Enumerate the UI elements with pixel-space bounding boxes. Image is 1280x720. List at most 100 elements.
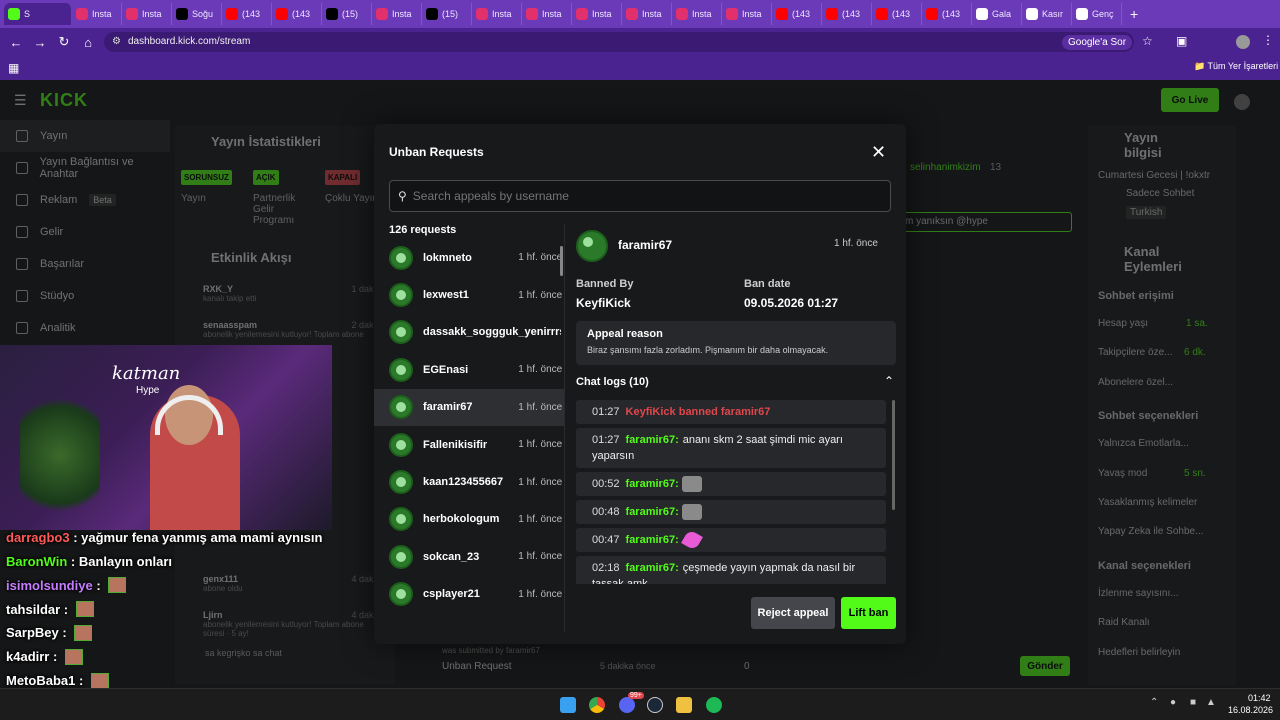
search-bar[interactable]: ⚲ [389, 180, 891, 212]
browser-tab[interactable]: (143 [872, 3, 922, 25]
browser-tab[interactable]: (15) [422, 3, 472, 25]
chat-log-time: 02:18 [592, 562, 620, 575]
browser-tab[interactable]: Genç [1072, 3, 1122, 25]
browser-tab[interactable]: Insta [672, 3, 722, 25]
browser-tab[interactable]: S [4, 3, 72, 25]
cat-emote-icon [681, 476, 702, 493]
browser-tab[interactable]: (143 [222, 3, 272, 25]
browser-tab[interactable]: Insta [622, 3, 672, 25]
menu-icon[interactable]: ⋮ [1262, 33, 1274, 47]
request-row[interactable]: faramir67 1 hf. önce [374, 388, 564, 426]
reload-icon[interactable]: ↻ [52, 34, 76, 50]
url-field[interactable]: dashboard.kick.com/stream [104, 32, 1134, 52]
browser-tab[interactable]: (143 [822, 3, 872, 25]
lift-ban-button[interactable]: Lift ban [841, 597, 896, 629]
apps-grid-icon[interactable]: ▦ [8, 61, 19, 75]
request-detail: faramir67 1 hf. önce Banned By KeyfiKick… [576, 230, 896, 630]
chat-log-time: 01:27 [592, 434, 620, 446]
avatar [389, 395, 413, 420]
sidebar-item[interactable]: Reklam Beta [0, 184, 170, 216]
request-row[interactable]: lexwest1 1 hf. önce [374, 276, 564, 313]
request-username: kaan123455667 [423, 476, 504, 489]
tab-favicon-icon [376, 8, 388, 20]
chat-send-button[interactable]: Gönder [1020, 656, 1070, 676]
clock-date[interactable]: 16.08.2026 [1228, 705, 1273, 715]
file-explorer-icon[interactable] [676, 697, 692, 713]
chrome-icon[interactable] [589, 697, 605, 713]
hamburger-icon[interactable]: ☰ [14, 92, 27, 109]
new-tab-icon[interactable]: + [1130, 6, 1138, 22]
avatar [389, 357, 413, 382]
sidebar-item[interactable]: Yayın Bağlantısı ve Anahtar [0, 152, 170, 184]
home-icon[interactable]: ⌂ [76, 35, 100, 50]
sidebar-item[interactable]: Analitik [0, 312, 170, 344]
back-icon[interactable]: ← [4, 35, 28, 50]
chevron-up-icon[interactable]: ⌃ [884, 374, 894, 388]
browser-tab[interactable]: Insta [372, 3, 422, 25]
activity-item[interactable]: RXK_Y 1 dakika kanalı takip etti [185, 284, 385, 303]
logs-scrollbar[interactable] [892, 400, 895, 510]
spotify-icon[interactable] [706, 697, 722, 713]
browser-tab[interactable]: Insta [522, 3, 572, 25]
overlay-chat-sep: : [92, 577, 105, 593]
search-input[interactable] [412, 189, 853, 203]
request-row[interactable]: csplayer21 1 hf. önce [374, 576, 564, 613]
browser-tab[interactable]: Kasır [1022, 3, 1072, 25]
discord-icon[interactable] [619, 697, 635, 713]
list-scrollbar[interactable] [560, 246, 563, 276]
site-info-icon[interactable]: ⚙ [112, 36, 121, 47]
request-row[interactable]: herbokologum 1 hf. önce [374, 501, 564, 538]
sidebar-item[interactable]: Başarılar [0, 248, 170, 280]
browser-tab[interactable]: (143 [272, 3, 322, 25]
chat-log-time: 00:47 [592, 534, 620, 547]
clock-time[interactable]: 01:42 [1248, 693, 1271, 703]
request-row[interactable]: dassakk_soggguk_yenirrrss [374, 314, 564, 351]
chat-header-user: selinhanimkizim [910, 162, 981, 173]
network-icon[interactable]: ■ [1190, 697, 1196, 708]
browser-tab[interactable]: Insta [472, 3, 522, 25]
sidebar-item[interactable]: Yayın [0, 120, 170, 152]
request-row[interactable]: Fallenikisifir 1 hf. önce [374, 426, 564, 463]
request-row[interactable]: lokmneto 1 hf. önce [374, 239, 564, 276]
steam-icon[interactable] [647, 697, 663, 713]
request-row[interactable]: sokcan_23 1 hf. önce [374, 538, 564, 575]
microphone-icon[interactable]: ● [1170, 697, 1176, 708]
windows-start-icon[interactable] [560, 697, 576, 713]
forward-icon[interactable]: → [28, 35, 52, 50]
all-bookmarks-folder[interactable]: 📁 Tüm Yer İşaretleri [1194, 61, 1278, 72]
overlay-tag: Hype [136, 385, 160, 396]
emote-icon [108, 577, 127, 594]
kick-logo[interactable]: KICK [40, 90, 88, 111]
tray-chevron-icon[interactable]: ⌃ [1150, 697, 1158, 708]
browser-tab[interactable]: Insta [722, 3, 772, 25]
browser-tab[interactable]: (15) [322, 3, 372, 25]
bookmark-star-icon[interactable]: ☆ [1142, 34, 1153, 48]
sidebar-item[interactable]: Stüdyo [0, 280, 170, 312]
activity-item[interactable]: senaasspam 2 dakika abonelik yenilemesini … [185, 320, 385, 339]
profile-avatar[interactable] [1236, 35, 1250, 49]
request-username: herbokologum [423, 513, 500, 526]
extensions-icon[interactable]: ▣ [1176, 34, 1187, 48]
close-icon[interactable]: ✕ [871, 142, 886, 163]
google-search-button[interactable]: Google'a Sor [1062, 35, 1133, 50]
browser-tab[interactable]: Insta [572, 3, 622, 25]
user-avatar[interactable] [1234, 94, 1250, 110]
stream-preview-video[interactable]: katman Hype [0, 345, 332, 530]
volume-icon[interactable]: ▲ [1206, 697, 1216, 708]
browser-tab[interactable]: Soğu [172, 3, 222, 25]
modal-title: Unban Requests [389, 145, 484, 159]
browser-tab[interactable]: Gala [972, 3, 1022, 25]
chat-access-title: Sohbet erişimi [1098, 290, 1174, 302]
browser-tab[interactable]: Insta [122, 3, 172, 25]
browser-tab[interactable]: (143 [772, 3, 822, 25]
browser-tab[interactable]: Insta [72, 3, 122, 25]
request-row[interactable]: EGEnasi 1 hf. önce [374, 351, 564, 388]
request-time: 1 hf. önce [518, 476, 563, 488]
tab-label: Insta [592, 9, 612, 19]
sidebar-item[interactable]: Gelir [0, 216, 170, 248]
go-live-button[interactable]: Go Live [1161, 88, 1219, 112]
browser-tab[interactable]: (143 [922, 3, 972, 25]
request-row[interactable]: kaan123455667 1 hf. önce [374, 463, 564, 500]
overlay-chat-user: BaronWin [6, 553, 68, 569]
reject-appeal-button[interactable]: Reject appeal [751, 597, 835, 629]
